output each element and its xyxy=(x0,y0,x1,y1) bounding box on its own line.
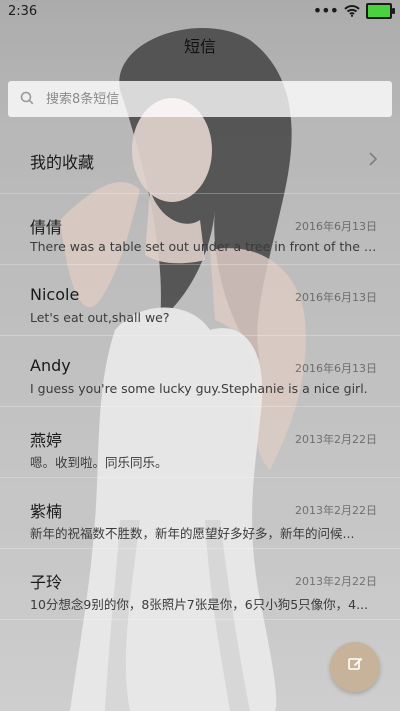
thread-date: 2016年6月13日 xyxy=(295,362,377,375)
favorites-row[interactable]: 我的收藏 xyxy=(0,123,400,194)
thread-snippet: There was a table set out under a tree i… xyxy=(30,239,378,254)
thread-date: 2016年6月13日 xyxy=(295,291,377,304)
messages-list: 我的收藏 倩倩 2016年6月13日 There was a table set… xyxy=(0,123,400,620)
search-bar[interactable] xyxy=(8,81,392,117)
page-title: 短信 xyxy=(183,37,216,56)
thread-row[interactable]: 倩倩 2016年6月13日 There was a table set out … xyxy=(0,194,400,265)
thread-snippet: 10分想念9别的你，8张照片7张是你，6只小狗5只像你，4... xyxy=(30,597,369,612)
thread-date: 2016年6月13日 xyxy=(295,220,377,233)
thread-row[interactable]: 紫楠 2013年2月22日 新年的祝福数不胜数，新年的愿望好多好多，新年的问候.… xyxy=(0,478,400,549)
thread-name: Andy xyxy=(30,356,71,375)
status-bar: 2:36 ••• xyxy=(0,0,400,24)
status-time: 2:36 xyxy=(8,4,38,19)
thread-name: Nicole xyxy=(30,285,80,304)
thread-snippet: 新年的祝福数不胜数，新年的愿望好多好多，新年的问候... xyxy=(30,526,355,541)
thread-date: 2013年2月22日 xyxy=(295,504,377,517)
thread-name: 燕婷 xyxy=(30,431,63,450)
thread-date: 2013年2月22日 xyxy=(295,575,377,588)
thread-date: 2013年2月22日 xyxy=(295,433,377,446)
status-icons: ••• xyxy=(312,1,395,20)
thread-snippet: I guess you're some lucky guy.Stephanie … xyxy=(30,381,368,396)
thread-row[interactable]: Andy 2016年6月13日 I guess you're some luck… xyxy=(0,336,400,407)
favorites-label: 我的收藏 xyxy=(30,153,95,172)
thread-row[interactable]: Nicole 2016年6月13日 Let's eat out,shall we… xyxy=(0,265,400,336)
compose-button[interactable] xyxy=(330,642,380,692)
battery-icon xyxy=(366,3,395,19)
thread-row[interactable]: 燕婷 2013年2月22日 嗯。收到啦。同乐同乐。 xyxy=(0,407,400,478)
search-input[interactable] xyxy=(44,90,368,108)
compose-icon xyxy=(346,656,364,678)
thread-row[interactable]: 子玲 2013年2月22日 10分想念9别的你，8张照片7张是你，6只小狗5只像… xyxy=(0,549,400,620)
wifi-icon xyxy=(344,5,360,17)
thread-snippet: 嗯。收到啦。同乐同乐。 xyxy=(30,455,168,470)
thread-name: 紫楠 xyxy=(30,502,63,521)
chevron-right-icon xyxy=(368,151,378,170)
thread-snippet: Let's eat out,shall we? xyxy=(30,310,170,325)
messages-screen: 2:36 ••• 短信 我的收藏 xyxy=(0,0,400,711)
signal-dots-icon: ••• xyxy=(312,1,339,20)
thread-name: 子玲 xyxy=(30,573,63,592)
thread-name: 倩倩 xyxy=(30,218,63,237)
search-icon xyxy=(20,90,34,109)
